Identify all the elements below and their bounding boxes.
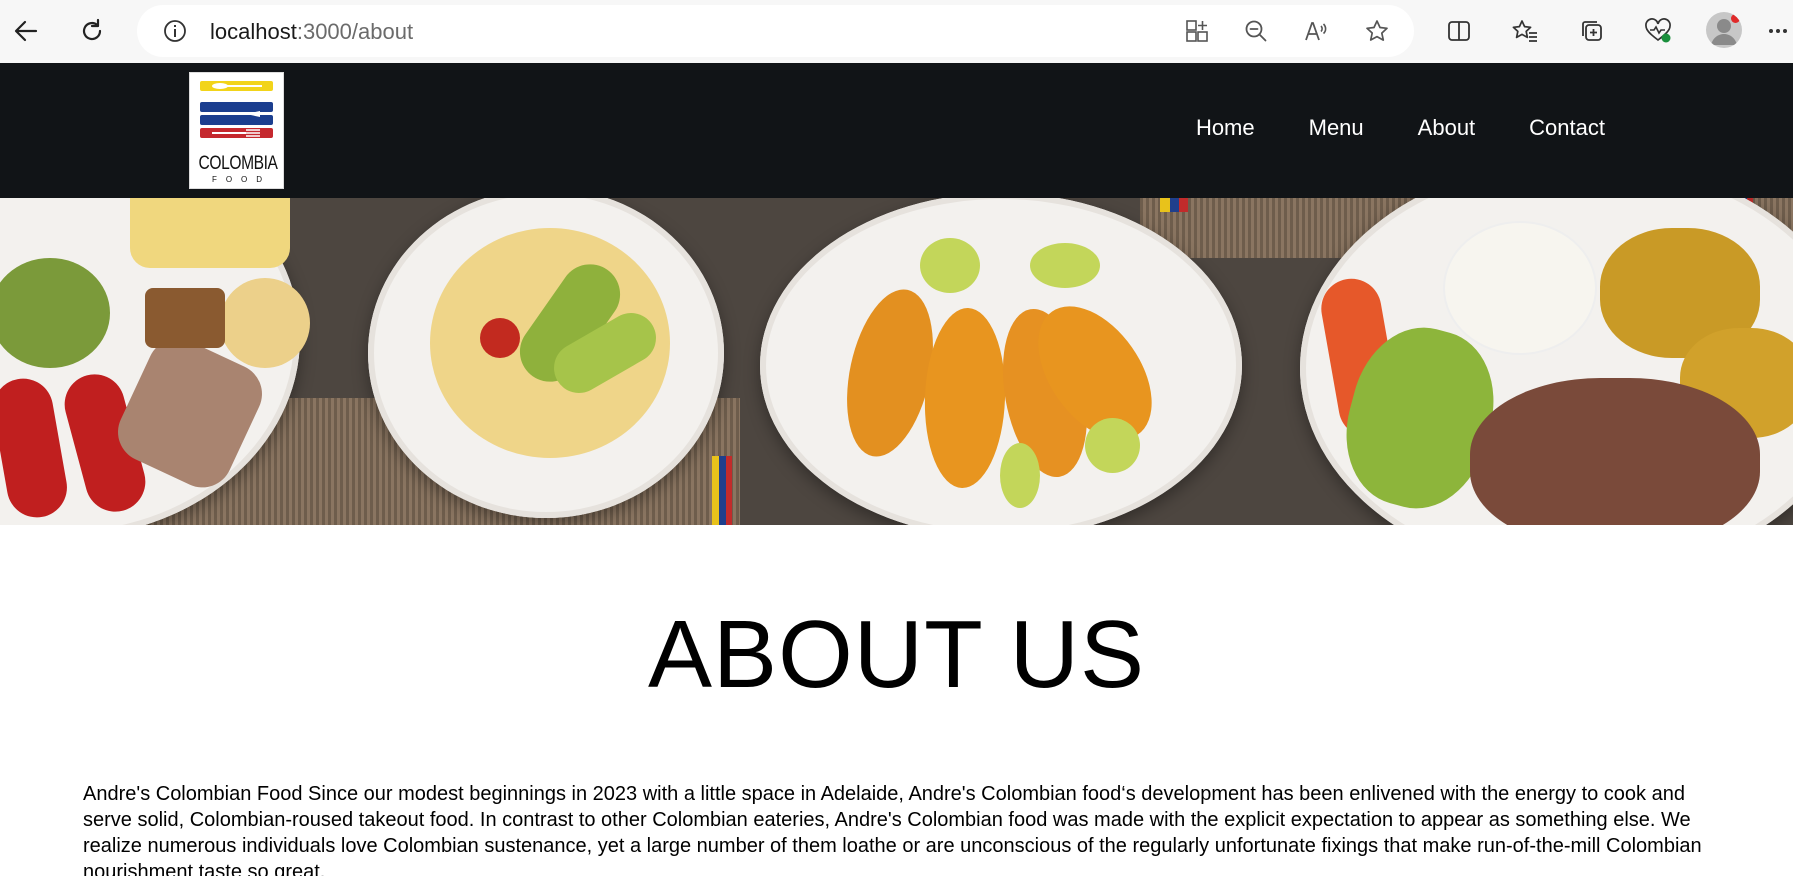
notification-dot [1731, 14, 1740, 23]
flag-ribbon [712, 456, 732, 525]
site-info-icon[interactable] [157, 13, 193, 49]
flag-ribbon [1160, 198, 1188, 212]
tomato-garnish [480, 318, 520, 358]
lime-wedge [1030, 243, 1100, 288]
site-header: COLOMBIA FOOD Home Menu About Contact [0, 63, 1793, 198]
nav-home[interactable]: Home [1196, 115, 1255, 141]
lime-wedge [1085, 418, 1140, 473]
fork-icon [212, 129, 260, 137]
yuca [130, 198, 290, 268]
zoom-out-icon[interactable] [1238, 13, 1274, 49]
more-options-icon[interactable] [1764, 8, 1792, 54]
hero-banner-image [0, 198, 1793, 525]
lime-wedge [920, 238, 980, 293]
split-screen-icon[interactable] [1436, 8, 1482, 54]
favorites-icon[interactable] [1502, 8, 1548, 54]
nav-menu[interactable]: Menu [1309, 115, 1364, 141]
browser-essentials-icon[interactable] [1635, 8, 1681, 54]
nav-contact[interactable]: Contact [1529, 115, 1605, 141]
profile-avatar[interactable] [1706, 12, 1742, 48]
arepa-small [220, 278, 310, 368]
address-bar[interactable]: localhost:3000/about [137, 5, 1414, 57]
collections-icon[interactable] [1569, 8, 1615, 54]
knife-icon [212, 111, 260, 117]
main-nav: Home Menu About Contact [1196, 115, 1605, 141]
about-paragraph: Andre's Colombian Food Since our modest … [83, 783, 1702, 876]
spoon-icon [212, 83, 262, 89]
url-text[interactable]: localhost:3000/about [210, 19, 413, 45]
back-icon[interactable] [3, 8, 49, 54]
read-aloud-icon[interactable] [1298, 13, 1334, 49]
apps-icon[interactable] [1179, 13, 1215, 49]
logo-subtext: FOOD [211, 175, 272, 184]
site-logo[interactable]: COLOMBIA FOOD [189, 72, 284, 189]
browser-toolbar: localhost:3000/about [0, 0, 1793, 63]
lime-wedge [1000, 443, 1040, 508]
reload-icon[interactable] [69, 8, 115, 54]
steak [1470, 378, 1760, 525]
page-title: ABOUT US [648, 601, 1145, 708]
nav-about[interactable]: About [1418, 115, 1476, 141]
favorite-star-icon[interactable] [1359, 13, 1395, 49]
rice [1445, 223, 1595, 353]
logo-text: COLOMBIA [198, 153, 278, 174]
chicharron [145, 288, 225, 348]
